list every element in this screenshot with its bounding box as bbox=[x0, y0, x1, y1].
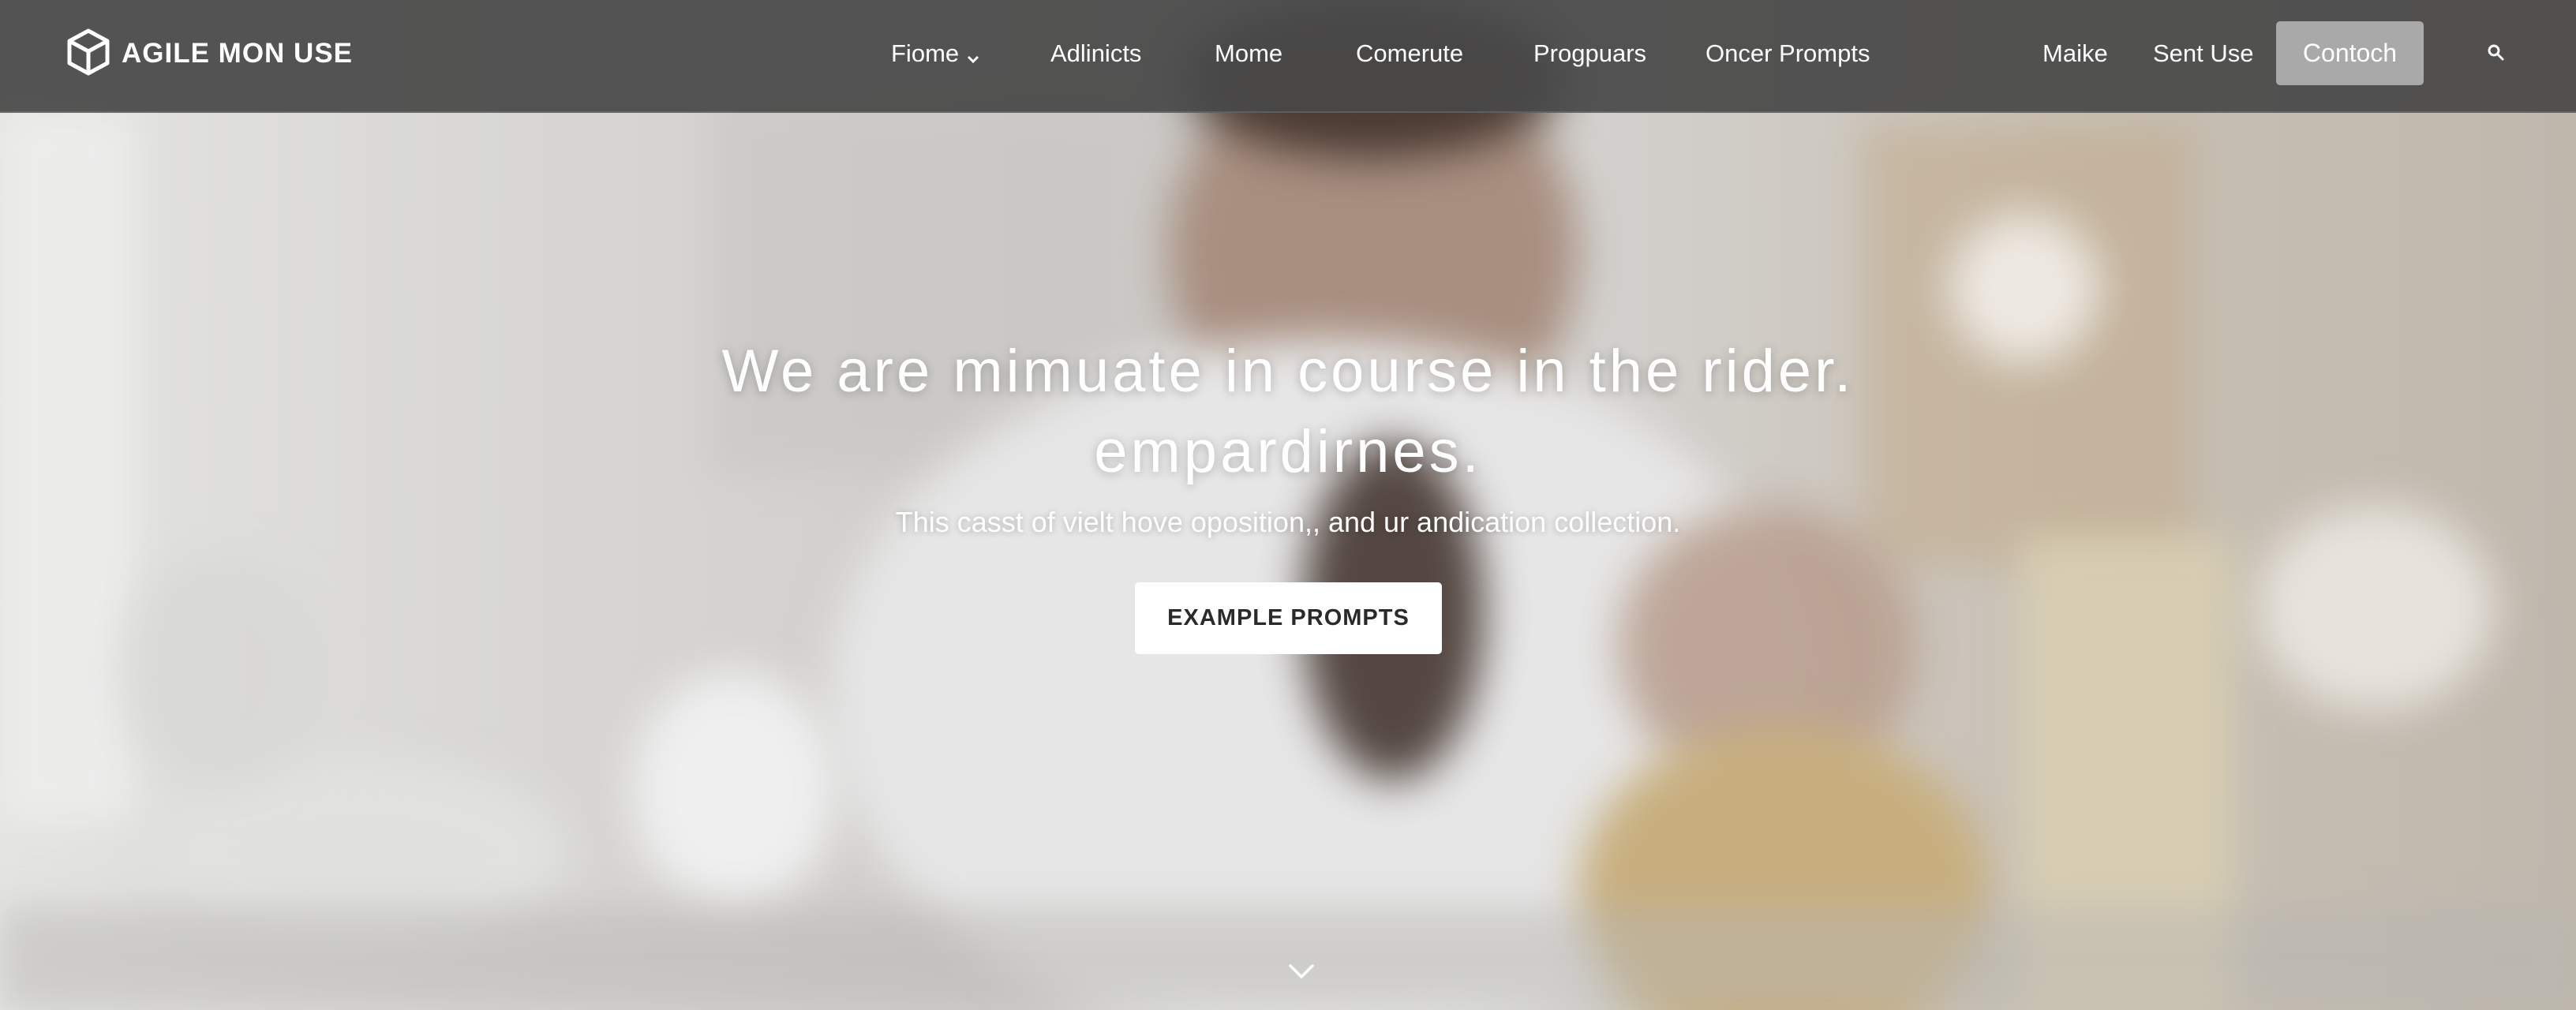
nav-item-progpuars[interactable]: Progpuars bbox=[1533, 36, 1646, 71]
hero-headline: We are mimuate in course in the rider. e… bbox=[552, 331, 2024, 492]
top-navbar: AGILE MON USE Fiome Adlinicts Mome Comer… bbox=[0, 0, 2576, 113]
nav-item-comerute[interactable]: Comerute bbox=[1356, 36, 1463, 71]
example-prompts-button[interactable]: EXAMPLE PROMPTS bbox=[1135, 582, 1442, 654]
hero-subheadline: This casst of vielt hove oposition,, and… bbox=[895, 506, 1681, 538]
nav-item-adlinicts[interactable]: Adlinicts bbox=[1050, 36, 1141, 71]
nav-item-oncer-prompts[interactable]: Oncer Prompts bbox=[1705, 36, 1870, 71]
hero-headline-line-1: We are mimuate in course in the rider. bbox=[721, 338, 1855, 405]
search-icon[interactable] bbox=[2486, 43, 2505, 62]
contact-button[interactable]: Contoch bbox=[2276, 21, 2424, 85]
chevron-down-icon[interactable] bbox=[1288, 963, 1315, 980]
cube-icon bbox=[66, 28, 110, 80]
nav-item-fiome[interactable]: Fiome bbox=[891, 36, 979, 73]
nav-item-mome[interactable]: Mome bbox=[1215, 36, 1282, 71]
chevron-down-icon bbox=[967, 38, 979, 73]
nav-item-label: Fiome bbox=[891, 39, 960, 67]
brand-name: AGILE MON USE bbox=[122, 38, 354, 69]
nav-item-sent-use[interactable]: Sent Use bbox=[2153, 36, 2254, 71]
nav-item-maike[interactable]: Maike bbox=[2042, 36, 2108, 71]
brand-logo[interactable]: AGILE MON USE bbox=[66, 28, 354, 80]
hero-headline-line-2: empardirnes. bbox=[1094, 418, 1482, 485]
